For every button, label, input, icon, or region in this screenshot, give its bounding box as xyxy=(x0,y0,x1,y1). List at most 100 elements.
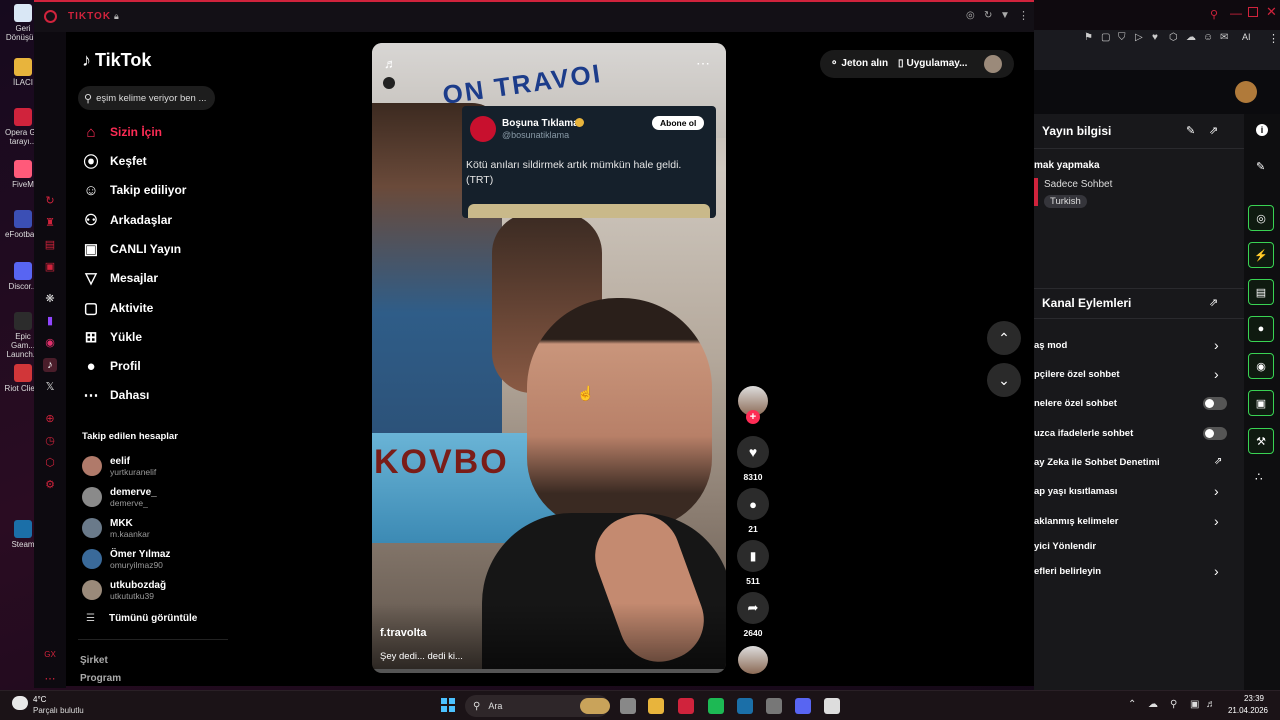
sidebar-chatgpt-icon[interactable]: ❋ xyxy=(43,292,57,306)
extension-icon[interactable]: ✉ xyxy=(1220,32,1228,43)
popout-icon[interactable]: ⇗ xyxy=(1209,124,1218,137)
sidebar-instagram-icon[interactable]: ◉ xyxy=(43,336,57,350)
taskbar-app-icon[interactable] xyxy=(678,698,694,714)
user-avatar[interactable] xyxy=(984,55,1002,73)
save-button[interactable]: ▮ xyxy=(737,540,769,572)
taskbar-date[interactable]: 21.04.2026 xyxy=(1222,706,1268,715)
toggle-switch[interactable] xyxy=(1203,397,1227,410)
sidebar-x-icon[interactable]: 𝕏 xyxy=(43,380,57,394)
extension-icon[interactable]: ☺ xyxy=(1203,32,1213,43)
get-app-button[interactable]: ▯ Uygulamay... xyxy=(898,58,967,69)
toggle-switch[interactable] xyxy=(1203,427,1227,440)
nav-item-2[interactable]: ☺ Takip ediliyor xyxy=(82,179,186,201)
onedrive-icon[interactable]: ☁ xyxy=(1148,699,1158,710)
pin-icon[interactable]: ▼ xyxy=(1000,10,1010,21)
window-maximize-icon[interactable] xyxy=(1248,7,1258,17)
nav-item-3[interactable]: ⚇ Arkadaşlar xyxy=(82,209,172,231)
taskbar-app-icon[interactable] xyxy=(766,698,782,714)
extension-icon[interactable]: ☁ xyxy=(1186,32,1196,43)
nav-item-9[interactable]: ⋯ Dahası xyxy=(82,384,150,406)
nav-item-5[interactable]: ▽ Mesajlar xyxy=(82,267,158,289)
taskbar-app-icon[interactable] xyxy=(737,698,753,714)
sidebar-add-icon[interactable]: ⊕ xyxy=(43,412,57,426)
dashboard-avatar[interactable] xyxy=(1235,81,1257,103)
footer-link-company[interactable]: Şirket xyxy=(80,655,108,666)
quick-action-button[interactable]: ⚡ xyxy=(1248,242,1274,268)
extension-icon[interactable]: ▢ xyxy=(1101,32,1110,43)
following-account[interactable]: demerve_ demerve_ xyxy=(82,483,157,511)
taskbar-app-icon[interactable] xyxy=(620,698,636,714)
info-icon[interactable]: i xyxy=(1256,124,1268,136)
quick-action-button[interactable]: ⚒ xyxy=(1248,428,1274,454)
nav-item-7[interactable]: ⊞ Yükle xyxy=(82,326,142,348)
taskbar-app-icon[interactable] xyxy=(824,698,840,714)
nav-item-4[interactable]: ▣ CANLI Yayın xyxy=(82,238,181,260)
video-player[interactable]: ON TRAVOI KOVBO Boşuna Tıklama @bosunati… xyxy=(372,43,726,673)
chevron-right-icon[interactable]: › xyxy=(1214,366,1219,382)
volume-icon[interactable]: ♬ xyxy=(384,56,397,71)
window-search-icon[interactable]: ⚲ xyxy=(1210,8,1218,21)
footer-link-program[interactable]: Program xyxy=(80,673,121,684)
reload-icon[interactable]: ↻ xyxy=(984,10,992,21)
sidebar-twitch-icon[interactable]: ▮ xyxy=(43,314,57,328)
like-button[interactable]: ♥ xyxy=(737,436,769,468)
extension-icon[interactable]: ⬡ xyxy=(1169,32,1178,43)
chevron-right-icon[interactable]: › xyxy=(1214,513,1219,529)
search-bar[interactable]: ⚲ eşim kelime veriyor ben ... xyxy=(78,86,215,110)
toolbar-more-icon[interactable]: ⋮ xyxy=(1268,32,1279,45)
external-link-icon[interactable]: ⇗ xyxy=(1214,456,1222,467)
sidebar-news-icon[interactable]: ▤ xyxy=(43,238,57,252)
actions-popout-icon[interactable]: ⇗ xyxy=(1209,296,1218,309)
taskbar-time[interactable]: 23:39 xyxy=(1232,694,1264,703)
taskbar-app-icon[interactable] xyxy=(580,698,610,714)
next-video-button[interactable]: ⌄ xyxy=(987,363,1021,397)
see-all-button[interactable]: ☰ Tümünü görüntüle xyxy=(86,613,197,624)
volume-icon[interactable]: ♬ xyxy=(1206,699,1216,710)
sidebar-settings-icon[interactable]: ⚙ xyxy=(43,478,57,492)
quick-action-button[interactable]: ● xyxy=(1248,316,1274,342)
extension-icon[interactable]: ♥ xyxy=(1152,32,1158,43)
get-coins-button[interactable]: ⚬ Jeton alın xyxy=(830,58,888,69)
quick-action-button[interactable]: ▣ xyxy=(1248,390,1274,416)
weather-cloud-icon[interactable] xyxy=(12,696,28,710)
share-button[interactable]: ➦ xyxy=(737,592,769,624)
following-account[interactable]: eelif yurtkuranelif xyxy=(82,452,156,480)
search-input[interactable]: eşim kelime veriyor ben ... xyxy=(96,93,206,104)
nav-item-8[interactable]: ● Profil xyxy=(82,355,140,377)
sound-disc-icon[interactable] xyxy=(738,646,768,674)
nav-item-1[interactable]: ⦿ Keşfet xyxy=(82,150,146,172)
autoscroll-icon[interactable] xyxy=(383,77,395,89)
follow-plus-icon[interactable]: + xyxy=(746,410,760,424)
extension-icon[interactable]: ⚑ xyxy=(1084,32,1093,43)
quick-action-button[interactable]: ▤ xyxy=(1248,279,1274,305)
previous-video-button[interactable]: ⌃ xyxy=(987,321,1021,355)
progress-track[interactable] xyxy=(372,669,726,673)
following-account[interactable]: utkubozdağ utkututku39 xyxy=(82,576,166,604)
extension-icon[interactable]: ▷ xyxy=(1135,32,1143,43)
taskbar-app-icon[interactable] xyxy=(795,698,811,714)
sidebar-gx-icon[interactable]: GX xyxy=(43,648,57,662)
sidebar-more-icon[interactable]: ⋯ xyxy=(43,672,57,686)
following-account[interactable]: Ömer Yılmaz omuryilmaz90 xyxy=(82,545,170,573)
tray-chevron-icon[interactable]: ⌃ xyxy=(1128,699,1136,710)
sidebar-reload-icon[interactable]: ↻ xyxy=(43,194,57,208)
microphone-icon[interactable]: ⚲ xyxy=(1170,699,1177,710)
settings-icon[interactable]: ◎ xyxy=(966,10,975,21)
window-minimize-icon[interactable]: — xyxy=(1230,6,1242,20)
taskbar-app-icon[interactable] xyxy=(648,698,664,714)
start-icon[interactable] xyxy=(441,698,455,712)
edit-icon[interactable]: ✎ xyxy=(1186,124,1195,137)
quick-action-button[interactable]: ◉ xyxy=(1248,353,1274,379)
opera-logo-icon[interactable] xyxy=(44,10,57,23)
nav-item-6[interactable]: ▢ Aktivite xyxy=(82,297,153,319)
stream-tag[interactable]: Turkish xyxy=(1044,195,1087,208)
sidebar-tiktok-icon[interactable]: ♪ xyxy=(43,358,57,372)
chevron-right-icon[interactable]: › xyxy=(1214,337,1219,353)
chevron-right-icon[interactable]: › xyxy=(1214,563,1219,579)
ai-button[interactable]: AI xyxy=(1242,32,1251,42)
taskbar-app-icon[interactable] xyxy=(708,698,724,714)
rail-pen-icon[interactable]: ✎ xyxy=(1256,160,1265,173)
video-more-icon[interactable]: ⋯ xyxy=(696,55,710,72)
quick-action-button[interactable]: ◎ xyxy=(1248,205,1274,231)
sidebar-m-icon[interactable]: ▣ xyxy=(43,260,57,274)
